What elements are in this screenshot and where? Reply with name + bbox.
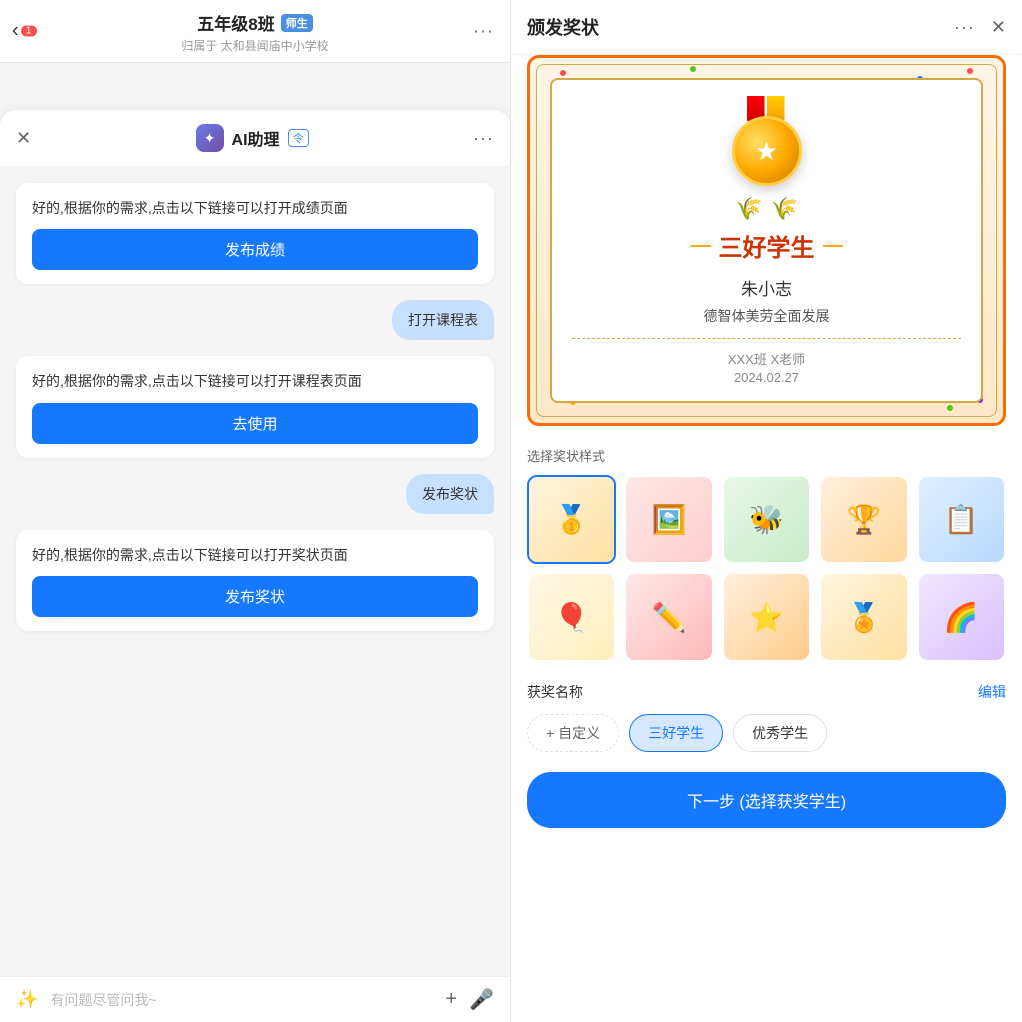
style-item-frame1[interactable]: 🖼️ xyxy=(624,475,713,564)
publish-award-button[interactable]: 发布奖状 xyxy=(32,576,478,617)
style-img-pencil: ✏️ xyxy=(626,574,711,659)
left-panel: ‹ 1 五年级8班 师生 归属于 太和县闻庙中小学校 ··· ✕ ✦ AI助理 … xyxy=(0,0,510,1022)
medal-circle: ★ xyxy=(732,116,802,186)
ai-chat-body: 好的,根据你的需求,点击以下链接可以打开成绩页面 发布成绩 打开课程表 好的,根… xyxy=(0,167,510,976)
certificate-preview: ★ 🌾 🌾 三好学生 朱小志 德智体美劳全面发展 XXX班 X老师 2024.0… xyxy=(527,55,1006,426)
award-section-label: 获奖名称 xyxy=(527,682,583,702)
style-img-frame2: 📋 xyxy=(919,477,1004,562)
ai-message-2-text: 好的,根据你的需求,点击以下链接可以打开课程表页面 xyxy=(32,373,362,389)
ai-title-group: ✦ AI助理 令 xyxy=(196,124,309,152)
style-grid: 🥇 🖼️ 🐝 🏆 📋 🎈 ✏️ ⭐ xyxy=(527,475,1006,662)
right-header: 颁发奖状 ··· ✕ xyxy=(511,0,1022,55)
nav-badge: 1 xyxy=(21,26,37,37)
cert-divider xyxy=(572,338,961,339)
style-img-balloon: 🎈 xyxy=(529,574,614,659)
right-more-button[interactable]: ··· xyxy=(954,17,975,38)
medal: ★ xyxy=(722,96,812,186)
class-title: 五年级8班 师生 xyxy=(16,10,494,35)
medal-container: ★ xyxy=(572,96,961,186)
add-custom-label: + 自定义 xyxy=(546,725,600,741)
award-section-header: 获奖名称 编辑 xyxy=(527,682,1006,702)
ai-panel: ✕ ✦ AI助理 令 ··· 好的,根据你的需求,点击以下链接可以打开成绩页面 … xyxy=(0,110,510,1022)
youxiu-chip[interactable]: 优秀学生 xyxy=(733,714,827,752)
style-img-badge: 🏅 xyxy=(821,574,906,659)
ai-message-3-text: 好的,根据你的需求,点击以下链接可以打开奖状页面 xyxy=(32,547,348,563)
style-img-frame1: 🖼️ xyxy=(626,477,711,562)
cert-description: 德智体美劳全面发展 xyxy=(572,306,961,326)
class-name-text: 五年级8班 xyxy=(197,10,274,35)
ai-message-2: 好的,根据你的需求,点击以下链接可以打开课程表页面 去使用 xyxy=(16,356,494,457)
user-bubble-2: 发布奖状 xyxy=(16,474,494,514)
style-item-balloon[interactable]: 🎈 xyxy=(527,572,616,661)
back-arrow-icon: ‹ xyxy=(12,20,19,43)
mic-icon[interactable]: 🎤 xyxy=(469,987,494,1012)
next-step-button[interactable]: 下一步 (选择获奖学生) xyxy=(527,772,1006,828)
magic-icon: ✨ xyxy=(16,989,38,1010)
ai-more-button[interactable]: ··· xyxy=(473,128,494,149)
style-item-rainbow[interactable]: 🌈 xyxy=(917,572,1006,661)
style-item-badge[interactable]: 🏅 xyxy=(819,572,908,661)
style-img-trophy: 🏆 xyxy=(821,477,906,562)
wheat-left-icon: 🌾 xyxy=(735,196,762,222)
ai-input[interactable]: 有问题尽管问我~ xyxy=(50,990,433,1010)
class-subtitle: 归属于 太和县闻庙中小学校 xyxy=(16,37,494,54)
confetti-dot xyxy=(560,70,566,76)
ai-message-3: 好的,根据你的需求,点击以下链接可以打开奖状页面 发布奖状 xyxy=(16,530,494,631)
wheat-right-icon: 🌾 xyxy=(771,196,798,222)
panel-title: 颁发奖状 xyxy=(527,14,599,40)
user-bubble-1-text: 打开课程表 xyxy=(392,300,494,340)
back-button[interactable]: ‹ 1 xyxy=(12,20,37,43)
medal-star-icon: ★ xyxy=(755,136,778,167)
cert-wheat-decoration: 🌾 🌾 xyxy=(572,196,961,222)
style-section-label: 选择奖状样式 xyxy=(527,446,1006,465)
confetti-dot xyxy=(967,68,973,74)
user-bubble-1: 打开课程表 xyxy=(16,300,494,340)
publish-grade-button[interactable]: 发布成绩 xyxy=(32,229,478,270)
ai-badge: 令 xyxy=(288,129,309,147)
top-nav: ‹ 1 五年级8班 师生 归属于 太和县闻庙中小学校 ··· xyxy=(0,0,510,63)
user-bubble-2-text: 发布奖状 xyxy=(406,474,494,514)
cert-student-name: 朱小志 xyxy=(572,275,961,300)
ai-message-1: 好的,根据你的需求,点击以下链接可以打开成绩页面 发布成绩 xyxy=(16,183,494,284)
style-item-trophy[interactable]: 🏆 xyxy=(819,475,908,564)
right-close-button[interactable]: ✕ xyxy=(991,17,1006,38)
ai-icon: ✦ xyxy=(196,124,224,152)
style-img-bee: 🐝 xyxy=(724,477,809,562)
ai-footer: ✨ 有问题尽管问我~ + 🎤 xyxy=(0,976,510,1022)
right-panel: 颁发奖状 ··· ✕ xyxy=(510,0,1022,1022)
header-actions: ··· ✕ xyxy=(954,17,1006,38)
style-item-frame2[interactable]: 📋 xyxy=(917,475,1006,564)
edit-link[interactable]: 编辑 xyxy=(978,682,1006,702)
nav-more-button[interactable]: ··· xyxy=(473,21,494,42)
style-img-stars: ⭐ xyxy=(724,574,809,659)
youxiu-label: 优秀学生 xyxy=(752,725,808,741)
certificate-card: ★ 🌾 🌾 三好学生 朱小志 德智体美劳全面发展 XXX班 X老师 2024.0… xyxy=(550,78,983,403)
style-item-medal[interactable]: 🥇 xyxy=(527,475,616,564)
plus-icon[interactable]: + xyxy=(445,988,457,1011)
ai-title-text: AI助理 xyxy=(232,126,280,150)
teacher-tag: 师生 xyxy=(281,14,313,32)
award-chips: + 自定义 三好学生 优秀学生 xyxy=(527,714,1006,752)
go-use-button[interactable]: 去使用 xyxy=(32,403,478,444)
class-title-block: 五年级8班 师生 归属于 太和县闻庙中小学校 xyxy=(16,10,494,54)
confetti-dot xyxy=(947,405,953,411)
add-custom-chip[interactable]: + 自定义 xyxy=(527,714,619,752)
cert-date: 2024.02.27 xyxy=(572,370,961,385)
style-img-medal: 🥇 xyxy=(529,477,614,562)
ai-close-button[interactable]: ✕ xyxy=(16,128,31,149)
right-body: ★ 🌾 🌾 三好学生 朱小志 德智体美劳全面发展 XXX班 X老师 2024.0… xyxy=(511,55,1022,1022)
ai-header: ✕ ✦ AI助理 令 ··· xyxy=(0,110,510,167)
sanhao-chip[interactable]: 三好学生 xyxy=(629,714,723,752)
confetti-dot xyxy=(690,66,696,72)
cert-class-info: XXX班 X老师 xyxy=(572,349,961,368)
sanhao-label: 三好学生 xyxy=(648,725,704,741)
style-item-stars[interactable]: ⭐ xyxy=(722,572,811,661)
style-item-pencil[interactable]: ✏️ xyxy=(624,572,713,661)
ai-message-1-text: 好的,根据你的需求,点击以下链接可以打开成绩页面 xyxy=(32,200,348,216)
style-img-rainbow: 🌈 xyxy=(919,574,1004,659)
style-item-bee[interactable]: 🐝 xyxy=(722,475,811,564)
cert-award-name: 三好学生 xyxy=(572,228,961,263)
